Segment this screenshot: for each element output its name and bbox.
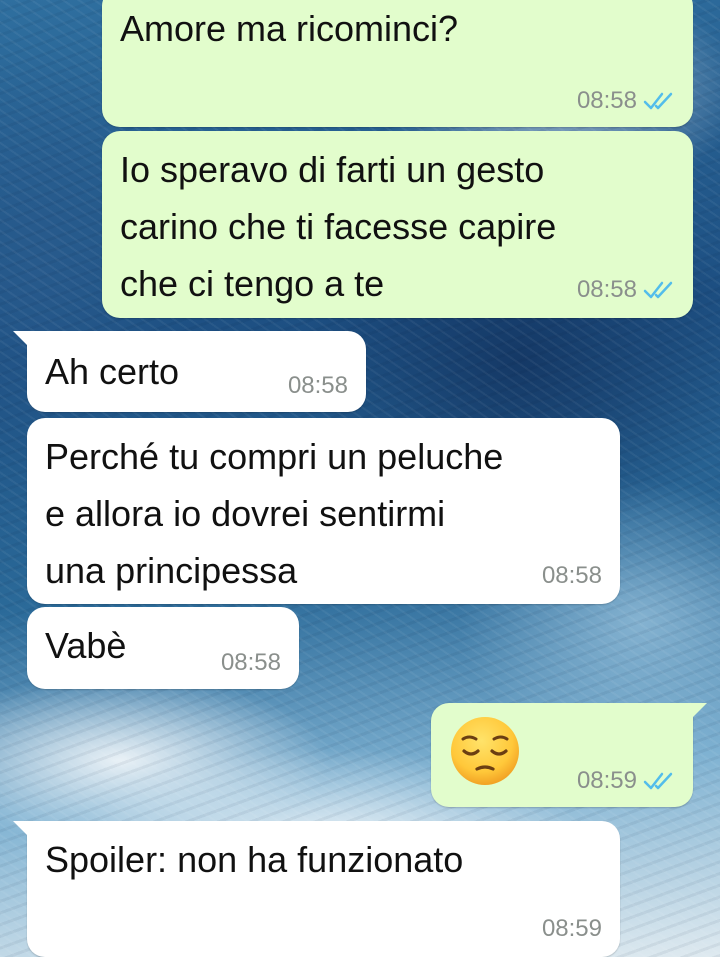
message-text: Amore ma ricominci? — [120, 8, 459, 49]
message-meta: 08:58 — [288, 372, 348, 400]
message-timestamp: 08:58 — [576, 87, 637, 114]
message-text: Ah certo — [45, 351, 180, 392]
pensive-face-icon — [451, 717, 519, 785]
message-text: Perché tu compri un peluche e allora io … — [45, 436, 504, 591]
message-bubble-incoming[interactable]: Ah certo 08:58 — [13, 331, 366, 412]
message-bubble-incoming[interactable]: Vabè 08:58 — [27, 607, 299, 689]
message-meta: 08:58 — [577, 87, 675, 115]
message-timestamp: 08:58 — [541, 562, 602, 589]
message-timestamp: 08:58 — [287, 372, 348, 399]
message-timestamp: 08:58 — [220, 649, 281, 676]
double-check-icon — [643, 772, 673, 790]
message-bubble-incoming[interactable]: Perché tu compri un peluche e allora io … — [27, 418, 620, 604]
message-timestamp: 08:58 — [576, 276, 637, 303]
message-bubble-incoming[interactable]: Spoiler: non ha funzionato 08:59 — [13, 821, 620, 957]
message-meta: 08:58 — [542, 562, 602, 590]
message-meta: 08:59 — [542, 915, 602, 943]
double-check-icon — [643, 281, 673, 299]
message-text: Spoiler: non ha funzionato — [45, 839, 464, 880]
message-timestamp: 08:59 — [576, 767, 637, 794]
message-meta: 08:58 — [221, 649, 281, 677]
message-text: Io speravo di farti un gesto carino che … — [120, 149, 557, 304]
double-check-icon — [643, 92, 673, 110]
message-bubble-outgoing[interactable]: Amore ma ricominci? 08:58 — [102, 0, 693, 127]
message-meta: 08:59 — [577, 767, 675, 795]
message-timestamp: 08:59 — [541, 915, 602, 942]
message-bubble-outgoing[interactable]: 08:59 — [431, 703, 707, 807]
message-bubble-outgoing[interactable]: Io speravo di farti un gesto carino che … — [102, 131, 693, 318]
message-meta: 08:58 — [577, 276, 675, 304]
message-text: Vabè — [45, 625, 127, 666]
